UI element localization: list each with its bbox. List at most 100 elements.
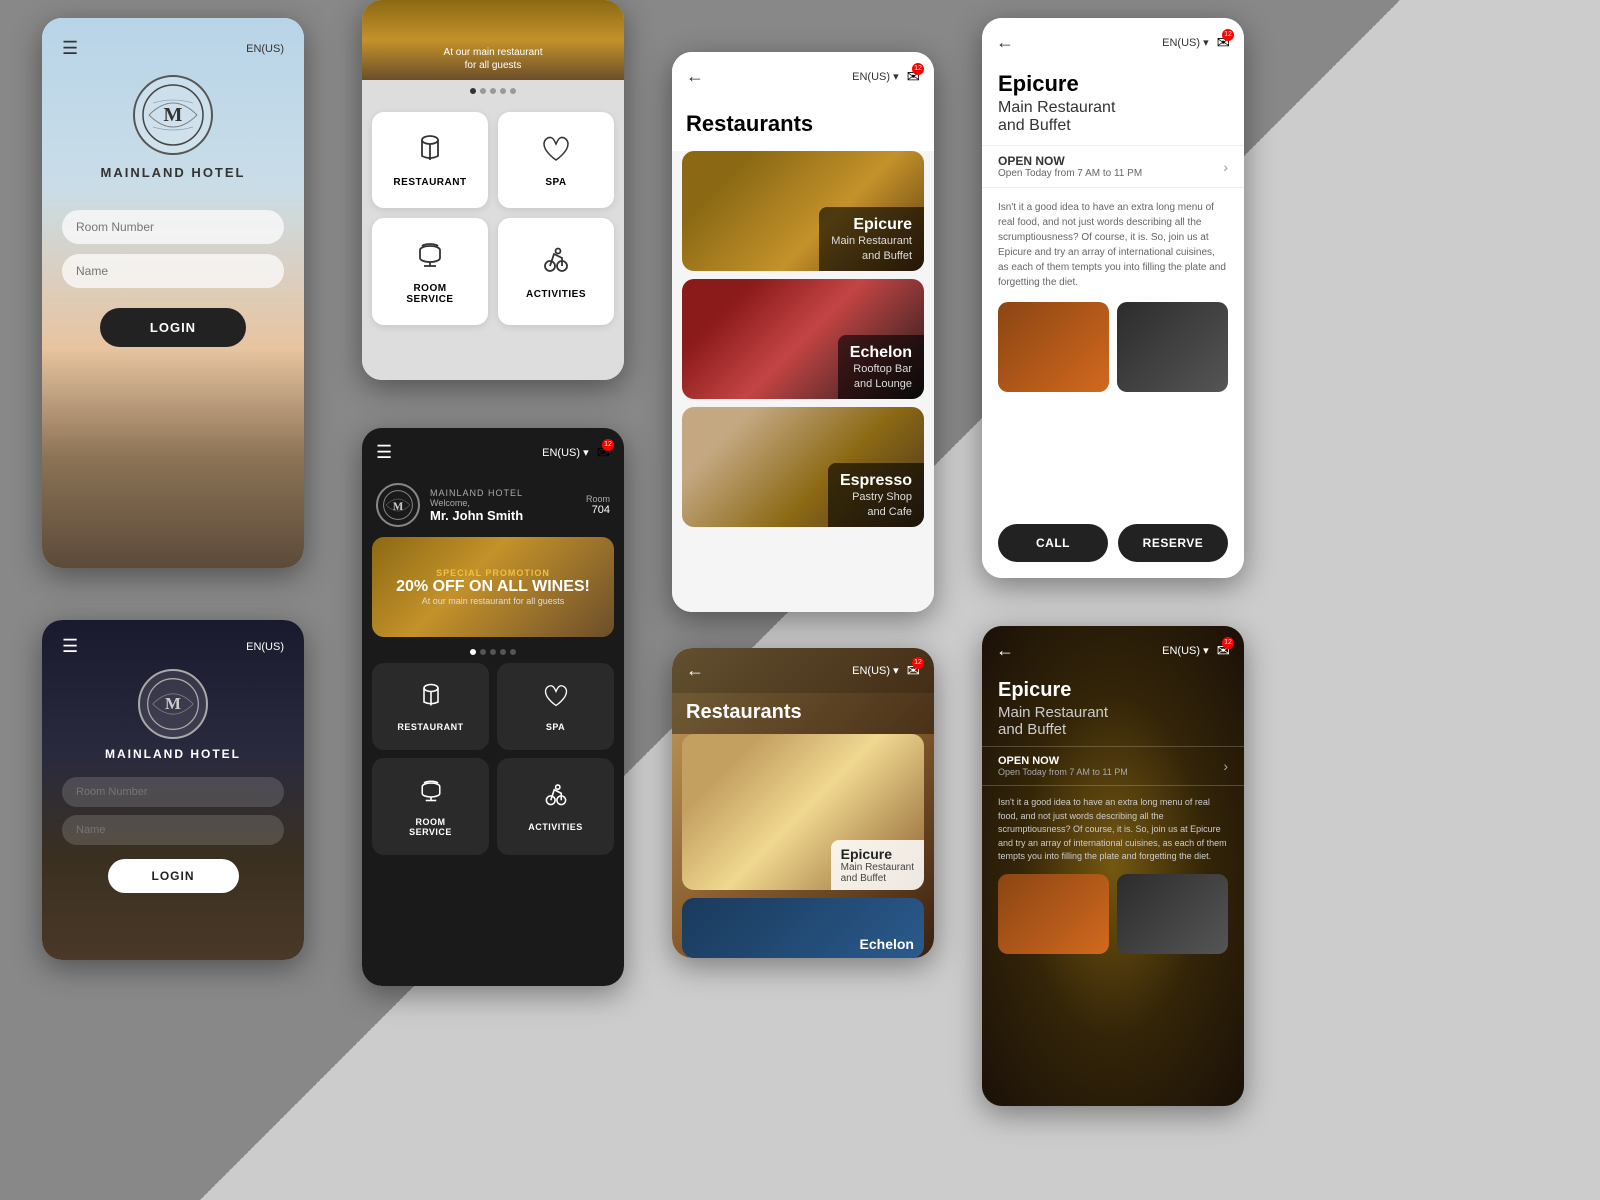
promo-banner-light: At our main restaurantfor all guests — [362, 0, 624, 80]
service-restaurant-dark[interactable]: RESTAURANT — [372, 663, 489, 750]
notif-badge-detail-light: 12 — [1222, 29, 1234, 41]
food-photos-dark — [982, 874, 1244, 966]
activities-label-light: ACTIVITIES — [526, 289, 586, 300]
user-header: M MAINLAND HOTEL Welcome, Mr. John Smith… — [362, 473, 624, 537]
dashboard-screen: ☰ EN(US) ▾ ✉ 12 M MAINLAND HOTEL — [362, 428, 624, 986]
activities-label-dark: ACTIVITIES — [528, 822, 583, 832]
room-number-input-dark[interactable] — [62, 777, 284, 807]
hamburger-menu-icon[interactable]: ☰ — [62, 38, 78, 59]
echelon-sub-light: Rooftop Barand Lounge — [850, 362, 912, 391]
promo-offer: 20% OFF ON ALL WINES! — [396, 578, 590, 596]
language-selector[interactable]: EN(US) — [246, 43, 284, 55]
restaurants-screen-light: ← EN(US) ▾ ✉ 12 Restaurants Epicure Main… — [672, 52, 934, 612]
login-screen-light: ☰ EN(US) M MAINLAND HOTEL LOGIN — [42, 18, 304, 568]
epicure-sub-light: Main Restaurantand Buffet — [831, 234, 912, 263]
epicure-name-overlay-light: Epicure Main Restaurantand Buffet — [819, 207, 924, 271]
rest-card-echelon-dark[interactable]: Echelon — [682, 898, 924, 958]
roomservice-icon-dark — [417, 776, 445, 811]
detail-title-dark: Epicure — [982, 675, 1244, 704]
back-button-detail-light[interactable]: ← — [996, 32, 1014, 53]
rest-card-espresso-light[interactable]: Espresso Pastry Shopand Cafe — [682, 407, 924, 527]
restaurants-lang-dark[interactable]: EN(US) ▾ — [852, 664, 898, 677]
restaurant-icon — [414, 132, 446, 171]
open-row-light[interactable]: OPEN NOW Open Today from 7 AM to 11 PM › — [982, 145, 1244, 188]
notif-badge-restaurants-light: 12 — [912, 63, 924, 75]
service-activities-dark[interactable]: ACTIVITIES — [497, 758, 614, 855]
back-button-restaurants-dark[interactable]: ← — [686, 660, 704, 681]
carousel-dots-light — [470, 88, 516, 94]
spa-icon — [540, 132, 572, 171]
service-activities-light[interactable]: ACTIVITIES — [498, 218, 614, 325]
detail-title-light: Epicure — [982, 67, 1244, 99]
service-roomservice-dark[interactable]: ROOMSERVICE — [372, 758, 489, 855]
back-button-restaurants-light[interactable]: ← — [686, 66, 704, 87]
room-number-input[interactable] — [62, 210, 284, 244]
svg-text:M: M — [164, 104, 183, 126]
notif-badge-restaurants-dark: 12 — [912, 657, 924, 669]
service-roomservice-light[interactable]: ROOMSERVICE — [372, 218, 488, 325]
restaurants-notification-dark[interactable]: ✉ 12 — [907, 661, 920, 681]
roomservice-label-dark: ROOMSERVICE — [409, 817, 452, 837]
chevron-icon-light: › — [1223, 159, 1228, 175]
open-row-dark[interactable]: OPEN NOW Open Today from 7 AM to 11 PM › — [982, 746, 1244, 786]
detail-notification-light[interactable]: ✉ 12 — [1217, 33, 1230, 53]
echelon-name-overlay-light: Echelon Rooftop Barand Lounge — [838, 335, 924, 399]
svg-text:M: M — [165, 694, 181, 713]
login-button[interactable]: LOGIN — [100, 308, 246, 347]
roomservice-label-light: ROOMSERVICE — [406, 283, 453, 305]
echelon-name-light: Echelon — [850, 343, 912, 362]
espresso-sub-light: Pastry Shopand Cafe — [840, 490, 912, 519]
hotel-logo-svg: M — [141, 83, 205, 147]
open-status-light: OPEN NOW — [998, 154, 1142, 168]
carousel-dots-dashboard — [362, 649, 624, 655]
restaurants-lang-light[interactable]: EN(US) ▾ — [852, 70, 898, 83]
service-restaurant-light[interactable]: RESTAURANT — [372, 112, 488, 208]
detail-screen-dark: ← EN(US) ▾ ✉ 12 Epicure Main Restaurant … — [982, 626, 1244, 1106]
hotel-logo: M — [133, 75, 213, 155]
spa-label-dark: SPA — [546, 722, 565, 732]
restaurants-title-dark: Restaurants — [672, 693, 934, 734]
login-button-dark[interactable]: LOGIN — [108, 859, 239, 893]
services-grid-light: RESTAURANT SPA — [362, 102, 624, 335]
language-selector-dark[interactable]: EN(US) — [246, 641, 284, 653]
service-spa-light[interactable]: SPA — [498, 112, 614, 208]
welcome-text: Welcome, — [430, 498, 576, 508]
detail-subtitle-light: Main Restaurant and Buffet — [982, 99, 1244, 145]
dashboard-notification[interactable]: ✉ 12 — [597, 443, 610, 463]
activities-icon — [540, 244, 572, 283]
action-buttons-light: CALL RESERVE — [982, 524, 1244, 578]
spa-icon-dark — [542, 681, 570, 716]
food-photo-1-dark — [998, 874, 1109, 954]
detail-lang-light[interactable]: EN(US) ▾ — [1162, 36, 1208, 49]
promo-banner-dashboard: SPECIAL PROMOTION 20% OFF ON ALL WINES! … — [372, 537, 614, 637]
food-photo-2-dark — [1117, 874, 1228, 954]
reserve-button-light[interactable]: RESERVE — [1118, 524, 1228, 562]
restaurants-notification-light[interactable]: ✉ 12 — [907, 67, 920, 87]
dashboard-lang[interactable]: EN(US) ▾ — [542, 446, 588, 459]
food-photo-1-light — [998, 302, 1109, 392]
service-spa-dark[interactable]: SPA — [497, 663, 614, 750]
restaurants-title-light: Restaurants — [672, 101, 934, 151]
name-input-dark[interactable] — [62, 815, 284, 845]
hamburger-menu-icon-dark[interactable]: ☰ — [62, 636, 78, 657]
open-hours-light: Open Today from 7 AM to 11 PM — [998, 168, 1142, 179]
back-button-detail-dark[interactable]: ← — [996, 640, 1014, 661]
restaurant-label-dark: RESTAURANT — [397, 722, 463, 732]
restaurants-screen-dark: ← EN(US) ▾ ✉ 12 Restaurants Epicure Main… — [672, 648, 934, 958]
call-button-light[interactable]: CALL — [998, 524, 1108, 562]
epicure-name-light: Epicure — [831, 215, 912, 234]
detail-lang-dark[interactable]: EN(US) ▾ — [1162, 644, 1208, 657]
rest-card-epicure-light[interactable]: Epicure Main Restaurantand Buffet — [682, 151, 924, 271]
restaurant-label-light: RESTAURANT — [393, 177, 466, 188]
rest-card-epicure-dark[interactable]: Epicure Main Restaurantand Buffet — [682, 734, 924, 890]
detail-screen-light: ← EN(US) ▾ ✉ 12 Epicure Main Restaurant … — [982, 18, 1244, 578]
echelon-name-dark: Echelon — [860, 936, 914, 952]
spa-label-light: SPA — [545, 177, 566, 188]
open-status-dark: OPEN NOW — [998, 755, 1128, 767]
food-photos-light — [982, 302, 1244, 404]
rest-card-echelon-light[interactable]: Echelon Rooftop Barand Lounge — [682, 279, 924, 399]
dashboard-hamburger[interactable]: ☰ — [376, 442, 392, 463]
hotel-logo-dashboard: M — [376, 483, 420, 527]
name-input[interactable] — [62, 254, 284, 288]
detail-notification-dark[interactable]: ✉ 12 — [1217, 641, 1230, 661]
